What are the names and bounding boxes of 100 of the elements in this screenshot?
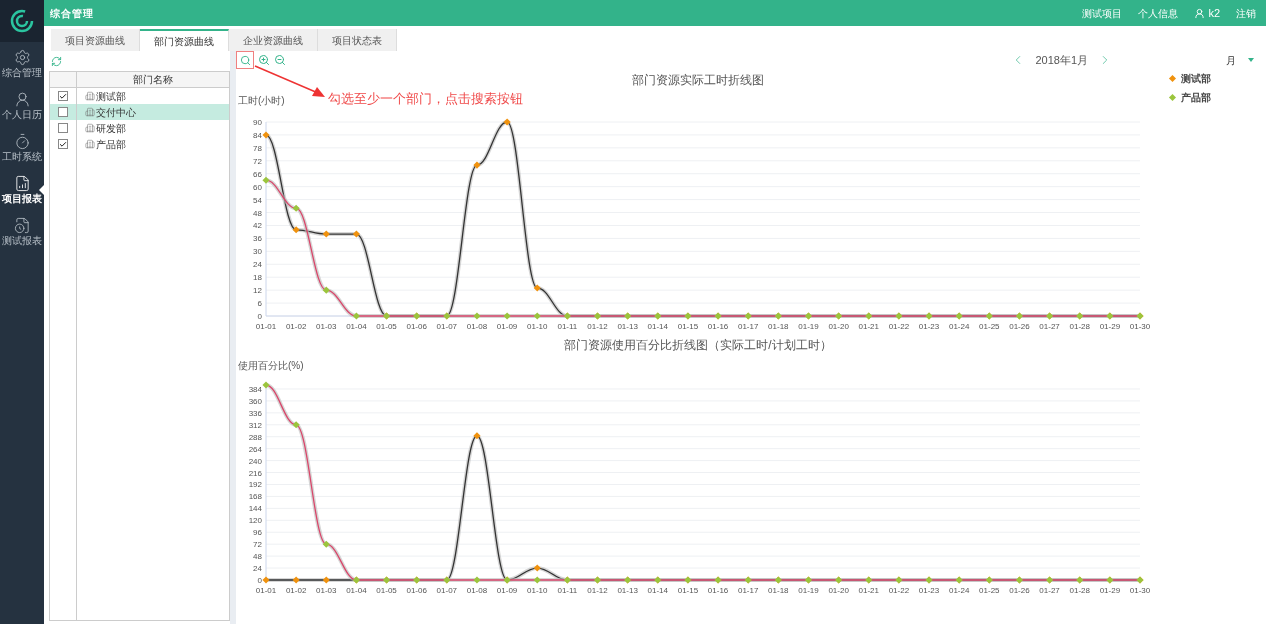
y-tick-label: 288 bbox=[248, 432, 262, 442]
x-tick-label: 01-26 bbox=[1009, 586, 1030, 595]
x-tick-label: 01-16 bbox=[707, 586, 729, 595]
x-tick-label: 01-12 bbox=[587, 586, 608, 595]
app-title: 综合管理 bbox=[50, 6, 94, 21]
x-tick-label: 01-16 bbox=[707, 322, 729, 331]
x-tick-label: 01-10 bbox=[527, 322, 548, 331]
y-axis-label: 工时(小时) bbox=[238, 95, 285, 106]
y-tick-label: 24 bbox=[253, 564, 262, 574]
x-tick-label: 01-15 bbox=[677, 322, 699, 331]
x-tick-label: 01-08 bbox=[466, 322, 488, 331]
x-tick-label: 01-01 bbox=[255, 586, 277, 595]
y-tick-label: 18 bbox=[253, 273, 262, 283]
y-tick-label: 42 bbox=[253, 221, 262, 231]
x-tick-label: 01-03 bbox=[316, 322, 337, 331]
y-tick-label: 24 bbox=[253, 260, 262, 270]
y-tick-label: 168 bbox=[248, 492, 262, 502]
x-tick-label: 01-26 bbox=[1009, 322, 1030, 331]
x-tick-label: 01-08 bbox=[466, 586, 488, 595]
x-tick-label: 01-09 bbox=[496, 322, 518, 331]
y-tick-label: 48 bbox=[253, 552, 262, 562]
x-tick-label: 01-29 bbox=[1099, 322, 1121, 331]
y-tick-label: 48 bbox=[253, 208, 262, 218]
x-tick-label: 01-21 bbox=[858, 586, 879, 595]
x-tick-label: 01-24 bbox=[948, 322, 970, 331]
x-tick-label: 01-20 bbox=[828, 322, 849, 331]
x-tick-label: 01-11 bbox=[557, 586, 578, 595]
x-tick-label: 01-29 bbox=[1099, 586, 1121, 595]
x-tick-label: 01-22 bbox=[888, 322, 910, 331]
y-tick-label: 120 bbox=[248, 516, 262, 526]
y-tick-label: 36 bbox=[253, 234, 262, 244]
x-tick-label: 01-06 bbox=[406, 322, 427, 331]
y-axis-label: 使用百分比(%) bbox=[238, 360, 304, 371]
y-tick-label: 90 bbox=[253, 118, 262, 127]
x-tick-label: 01-06 bbox=[406, 586, 427, 595]
y-tick-label: 6 bbox=[257, 299, 262, 309]
x-tick-label: 01-15 bbox=[677, 586, 699, 595]
x-tick-label: 01-18 bbox=[768, 586, 789, 595]
y-tick-label: 60 bbox=[253, 182, 262, 192]
x-tick-label: 01-07 bbox=[436, 586, 458, 595]
x-tick-label: 01-23 bbox=[918, 322, 940, 331]
period-label: 2018年1月 bbox=[1035, 52, 1088, 68]
x-tick-label: 01-18 bbox=[768, 322, 789, 331]
legend-label: 测试部 bbox=[1181, 72, 1211, 86]
x-tick-label: 01-19 bbox=[798, 322, 819, 331]
y-tick-label: 0 bbox=[257, 576, 262, 585]
x-tick-label: 01-20 bbox=[828, 586, 849, 595]
x-tick-label: 01-02 bbox=[285, 586, 307, 595]
x-tick-label: 01-02 bbox=[285, 322, 307, 331]
x-tick-label: 01-23 bbox=[918, 586, 940, 595]
y-tick-label: 78 bbox=[253, 143, 262, 153]
y-tick-label: 384 bbox=[248, 384, 262, 394]
x-tick-label: 01-03 bbox=[316, 586, 337, 595]
x-tick-label: 01-14 bbox=[647, 322, 669, 331]
x-tick-label: 01-28 bbox=[1069, 586, 1090, 595]
y-tick-label: 264 bbox=[248, 444, 262, 454]
y-tick-label: 72 bbox=[253, 540, 262, 550]
y-tick-label: 72 bbox=[253, 156, 262, 166]
x-tick-label: 01-09 bbox=[496, 586, 518, 595]
x-tick-label: 01-07 bbox=[436, 322, 458, 331]
x-tick-label: 01-27 bbox=[1039, 586, 1060, 595]
x-tick-label: 01-04 bbox=[346, 586, 367, 595]
x-tick-label: 01-14 bbox=[647, 586, 669, 595]
x-tick-label: 01-17 bbox=[737, 586, 759, 595]
column-header: 部门名称 bbox=[77, 72, 229, 88]
y-tick-label: 96 bbox=[253, 528, 262, 538]
x-tick-label: 01-30 bbox=[1129, 586, 1151, 595]
x-tick-label: 01-13 bbox=[617, 322, 638, 331]
y-tick-label: 336 bbox=[248, 408, 262, 418]
x-tick-label: 01-13 bbox=[617, 586, 638, 595]
x-tick-label: 01-25 bbox=[979, 586, 1000, 595]
y-tick-label: 0 bbox=[257, 312, 262, 321]
x-tick-label: 01-05 bbox=[376, 322, 397, 331]
y-tick-label: 30 bbox=[253, 247, 262, 257]
x-tick-label: 01-05 bbox=[376, 586, 397, 595]
x-tick-label: 01-19 bbox=[798, 586, 819, 595]
x-tick-label: 01-10 bbox=[527, 586, 548, 595]
legend-label: 产品部 bbox=[1181, 91, 1211, 105]
chart-title: 部门资源使用百分比折线图（实际工时/计划工时） bbox=[564, 338, 832, 352]
y-tick-label: 216 bbox=[248, 468, 262, 478]
x-tick-label: 01-30 bbox=[1129, 322, 1151, 331]
y-tick-label: 12 bbox=[253, 286, 262, 296]
x-tick-label: 01-21 bbox=[858, 322, 879, 331]
x-tick-label: 01-01 bbox=[255, 322, 277, 331]
chart-title: 部门资源实际工时折线图 bbox=[632, 73, 764, 87]
x-tick-label: 01-12 bbox=[587, 322, 608, 331]
y-tick-label: 66 bbox=[253, 169, 262, 179]
x-tick-label: 01-04 bbox=[346, 322, 367, 331]
annotation-text: 勾选至少一个部门，点击搜索按钮 bbox=[328, 90, 523, 108]
x-tick-label: 01-25 bbox=[979, 322, 1000, 331]
x-tick-label: 01-22 bbox=[888, 586, 910, 595]
y-tick-label: 360 bbox=[248, 396, 262, 406]
user-name: k2 bbox=[1208, 5, 1220, 21]
x-tick-label: 01-11 bbox=[557, 322, 578, 331]
x-tick-label: 01-28 bbox=[1069, 322, 1090, 331]
y-tick-label: 312 bbox=[248, 420, 262, 430]
x-tick-label: 01-24 bbox=[948, 586, 970, 595]
y-tick-label: 144 bbox=[248, 504, 262, 514]
y-tick-label: 240 bbox=[248, 456, 262, 466]
y-tick-label: 192 bbox=[248, 480, 262, 490]
